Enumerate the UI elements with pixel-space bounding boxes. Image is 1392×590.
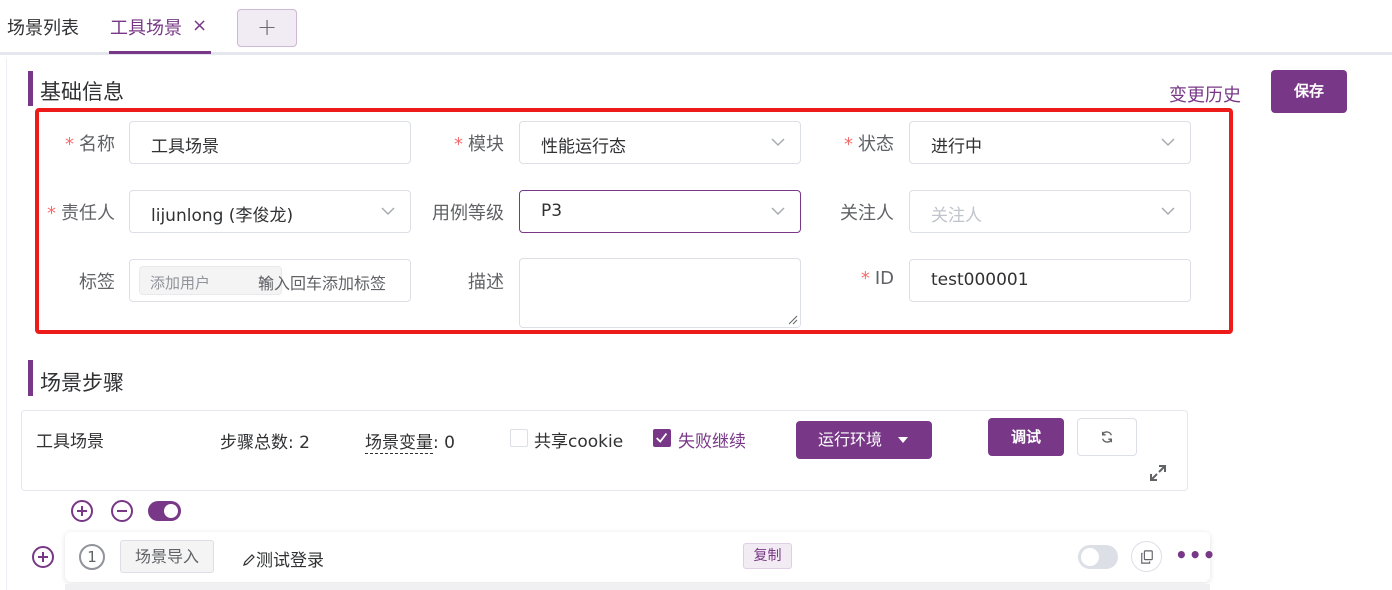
step-name[interactable]: 测试登录: [242, 546, 324, 571]
description-textarea[interactable]: [519, 258, 801, 328]
follower-label: 关注人: [840, 203, 894, 224]
expand-icon[interactable]: [1148, 463, 1168, 483]
id-value: test000001: [931, 270, 1029, 290]
chevron-down-icon: [771, 138, 785, 147]
chevron-down-icon: [771, 207, 785, 216]
run-env-button[interactable]: 运行环境: [796, 421, 932, 459]
module-select[interactable]: 性能运行态: [519, 121, 801, 164]
copy-step-button[interactable]: [1131, 541, 1162, 572]
section-marker: [28, 360, 33, 396]
module-label: * 模块: [430, 130, 504, 156]
tab-close-icon[interactable]: ×: [192, 15, 207, 36]
name-label: * 名称: [40, 130, 115, 156]
step-type-tag: 场景导入: [120, 540, 214, 573]
caret-down-icon: [898, 437, 908, 443]
refresh-icon: [1101, 431, 1113, 443]
more-options-icon[interactable]: •••: [1175, 543, 1216, 567]
step-name-text: 测试登录: [256, 551, 324, 571]
fail-continue-checkbox[interactable]: [653, 429, 671, 447]
step-total-label-text: 步骤总数:: [220, 433, 294, 453]
name-value: 工具场景: [151, 137, 219, 157]
tag-input-placeholder: 输入回车添加标签: [258, 274, 387, 293]
basic-info-title: 基础信息: [40, 80, 124, 104]
check-icon: [656, 433, 668, 443]
required-mark: *: [454, 134, 463, 155]
tab-bar: 场景列表 工具场景 × +: [0, 0, 1392, 55]
required-mark: *: [65, 134, 74, 155]
steps-toggle[interactable]: [148, 501, 181, 521]
desc-label: 描述: [468, 272, 504, 293]
add-step-button[interactable]: [32, 546, 54, 568]
status-label-text: 状态: [858, 134, 894, 155]
module-value: 性能运行态: [541, 137, 626, 157]
module-label-text: 模块: [468, 134, 504, 155]
owner-label: * 责任人: [30, 199, 115, 225]
add-tab-button[interactable]: +: [237, 9, 297, 47]
fail-continue-label[interactable]: 失败继续: [678, 427, 746, 452]
run-env-label: 运行环境: [818, 430, 883, 449]
save-button[interactable]: 保存: [1271, 70, 1347, 113]
copy-tag: 复制: [743, 543, 792, 569]
owner-label-text: 责任人: [61, 203, 115, 224]
resize-handle-icon[interactable]: [788, 315, 798, 325]
debug-button[interactable]: 调试: [988, 418, 1064, 456]
level-select[interactable]: P3: [519, 190, 801, 233]
required-mark: *: [47, 203, 56, 224]
expand-all-button[interactable]: [71, 500, 93, 522]
next-step-edge: [65, 584, 1210, 590]
scenario-name: 工具场景: [36, 432, 104, 452]
tab-scenario-list[interactable]: 场景列表: [7, 14, 79, 40]
scenario-variable-sep: :: [433, 433, 439, 453]
level-label: 用例等级: [432, 203, 504, 224]
share-cookie-label[interactable]: 共享cookie: [534, 427, 623, 452]
chevron-down-icon: [381, 207, 395, 216]
step-card: 1 场景导入 测试登录 复制 •••: [65, 532, 1215, 582]
scenario-variable-value: 0: [444, 433, 455, 453]
level-value: P3: [541, 201, 563, 221]
required-mark: *: [844, 134, 853, 155]
tab-tool-scenario[interactable]: 工具场景: [110, 14, 182, 40]
steps-title: 场景步骤: [40, 371, 124, 395]
change-history-link[interactable]: 变更历史: [1169, 81, 1241, 107]
tags-label: 标签: [79, 272, 115, 293]
step-enable-toggle[interactable]: [1078, 545, 1118, 569]
chevron-down-icon: [1161, 138, 1175, 147]
step-total-value: 2: [299, 433, 310, 453]
copy-icon: [1141, 550, 1153, 564]
follower-select[interactable]: 关注人: [909, 190, 1191, 233]
share-cookie-checkbox[interactable]: [510, 429, 528, 447]
name-label-text: 名称: [79, 134, 115, 155]
id-label: * ID: [820, 268, 894, 289]
refresh-button[interactable]: [1077, 418, 1137, 456]
section-marker: [28, 71, 33, 106]
follower-placeholder: 关注人: [931, 206, 982, 226]
scenario-variable: 场景变量: 0: [365, 428, 455, 454]
step-index: 1: [79, 544, 105, 570]
required-mark: *: [860, 268, 870, 289]
name-input[interactable]: 工具场景: [129, 121, 411, 164]
edit-icon[interactable]: [242, 553, 256, 567]
owner-value: lijunlong (李俊龙): [151, 206, 294, 226]
status-value: 进行中: [931, 137, 982, 157]
active-tab-indicator: [109, 51, 211, 54]
tag-chip-text: 添加用户: [150, 274, 211, 292]
scenario-variable-link[interactable]: 场景变量: [365, 433, 433, 454]
status-select[interactable]: 进行中: [909, 121, 1191, 164]
chevron-down-icon: [1161, 207, 1175, 216]
step-total-label: 步骤总数: 2: [220, 428, 310, 453]
tags-input[interactable]: 添加用户 × 输入回车添加标签: [129, 259, 411, 302]
id-label-text: ID: [874, 268, 894, 289]
status-label: * 状态: [820, 130, 894, 156]
id-input[interactable]: test000001: [909, 259, 1191, 302]
collapse-all-button[interactable]: [111, 500, 133, 522]
owner-select[interactable]: lijunlong (李俊龙): [129, 190, 411, 233]
